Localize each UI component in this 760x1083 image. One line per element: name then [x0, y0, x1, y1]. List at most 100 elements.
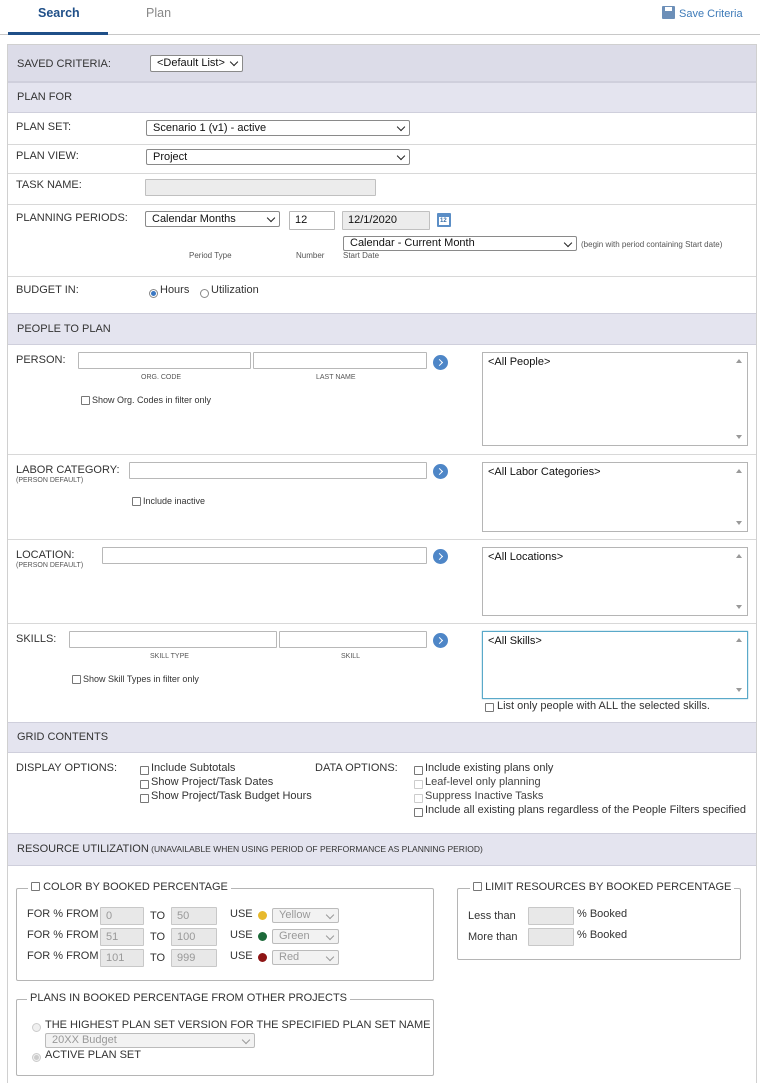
range-3-from-input[interactable]: 101 [100, 949, 144, 967]
last-name-input[interactable] [253, 352, 427, 369]
range-1-use-label: USE [230, 908, 253, 920]
include-inactive-checkbox[interactable] [132, 497, 141, 506]
all-skills-checkbox[interactable] [485, 703, 494, 712]
leaf-level-checkbox[interactable] [414, 780, 423, 789]
labor-categories-list[interactable]: <All Labor Categories> [482, 462, 748, 532]
more-than-input[interactable] [528, 928, 574, 946]
period-type-select[interactable]: Calendar Months [145, 211, 280, 227]
task-name-input[interactable] [145, 179, 376, 196]
org-code-input[interactable] [78, 352, 251, 369]
labor-category-add-button[interactable] [433, 464, 448, 479]
labor-category-sublabel: (PERSON DEFAULT) [16, 477, 84, 484]
location-input[interactable] [102, 547, 427, 564]
skill-input[interactable] [279, 631, 427, 648]
save-criteria-button[interactable]: Save Criteria [662, 6, 743, 20]
include-all-plans-checkbox[interactable] [414, 808, 423, 817]
divider [8, 276, 756, 277]
range-3-color-select[interactable]: Red [272, 950, 339, 965]
range-2-from-input[interactable]: 51 [100, 928, 144, 946]
range-1-from-input[interactable]: 0 [100, 907, 144, 925]
skills-label: SKILLS: [16, 633, 57, 645]
skills-list[interactable]: <All Skills> [482, 631, 748, 699]
range-1-color-value: Yellow [279, 909, 311, 921]
people-list-item[interactable]: <All People> [488, 356, 550, 368]
green-dot-icon [258, 932, 267, 941]
active-tab-indicator [8, 32, 108, 35]
show-dates-checkbox[interactable] [140, 780, 149, 789]
plans-in-legend: PLANS IN BOOKED PERCENTAGE FROM OTHER PR… [27, 992, 351, 1004]
plan-view-label: PLAN VIEW: [16, 150, 79, 162]
range-3-to-input[interactable]: 999 [171, 949, 217, 967]
range-3-to-label: TO [150, 952, 166, 964]
labor-category-input[interactable] [129, 462, 427, 479]
scroll-up-icon[interactable] [736, 359, 742, 363]
suppress-inactive-label: Suppress Inactive Tasks [425, 790, 544, 802]
saved-criteria-select[interactable]: <Default List> [150, 55, 243, 72]
person-add-button[interactable] [433, 355, 448, 370]
suppress-inactive-checkbox[interactable] [414, 794, 423, 803]
start-option-select[interactable]: Calendar - Current Month [343, 236, 577, 251]
show-org-codes-checkbox[interactable] [81, 396, 90, 405]
scroll-down-icon[interactable] [736, 521, 742, 525]
show-dates-label: Show Project/Task Dates [151, 776, 274, 788]
divider [8, 623, 756, 624]
skills-list-item[interactable]: <All Skills> [488, 635, 542, 647]
location-add-button[interactable] [433, 549, 448, 564]
tab-plan[interactable]: Plan [146, 6, 171, 20]
existing-plans-only-label: Include existing plans only [425, 762, 554, 774]
hours-radio[interactable] [149, 289, 158, 298]
range-2-color-select[interactable]: Green [272, 929, 339, 944]
scroll-down-icon[interactable] [736, 688, 742, 692]
scroll-down-icon[interactable] [736, 605, 742, 609]
less-than-input[interactable] [528, 907, 574, 925]
utilization-radio[interactable] [200, 289, 209, 298]
range-1-color-select[interactable]: Yellow [272, 908, 339, 923]
tab-bar: Search Plan Save Criteria [0, 0, 760, 35]
start-option-value: Calendar - Current Month [350, 237, 475, 249]
divider [8, 144, 756, 145]
range-1-for-label: FOR % FROM [27, 908, 99, 920]
grid-contents-title: GRID CONTENTS [17, 731, 109, 743]
data-options-label: DATA OPTIONS: [315, 762, 398, 774]
plan-set-label: PLAN SET: [16, 121, 72, 133]
skill-type-input[interactable] [69, 631, 277, 648]
calendar-icon[interactable] [437, 213, 451, 227]
scroll-up-icon[interactable] [736, 554, 742, 558]
more-than-booked-label: % Booked [577, 929, 628, 941]
existing-plans-only-checkbox[interactable] [414, 766, 423, 775]
locations-list-item[interactable]: <All Locations> [488, 551, 563, 563]
labor-categories-list-item[interactable]: <All Labor Categories> [488, 466, 601, 478]
show-org-codes-label: Show Org. Codes in filter only [92, 395, 212, 405]
color-by-label: COLOR BY BOOKED PERCENTAGE [43, 881, 228, 893]
scroll-down-icon[interactable] [736, 435, 742, 439]
range-3-for-label: FOR % FROM [27, 950, 99, 962]
limit-resources-checkbox[interactable] [473, 882, 482, 891]
yellow-dot-icon [258, 911, 267, 920]
show-budget-hours-checkbox[interactable] [140, 794, 149, 803]
limit-resources-fieldset [457, 888, 741, 960]
budget-in-label: BUDGET IN: [16, 284, 79, 296]
resource-utilization-header: RESOURCE UTILIZATION (UNAVAILABLE WHEN U… [8, 833, 756, 866]
start-date-input[interactable]: 12/1/2020 [342, 211, 430, 230]
plan-set-name-select[interactable]: 20XX Budget [45, 1033, 255, 1048]
people-list[interactable]: <All People> [482, 352, 748, 446]
scroll-up-icon[interactable] [736, 638, 742, 642]
range-1-to-label: TO [150, 910, 166, 922]
color-by-checkbox[interactable] [31, 882, 40, 891]
plan-view-select[interactable]: Project [146, 149, 410, 165]
plan-set-select[interactable]: Scenario 1 (v1) - active [146, 120, 410, 136]
show-skill-types-checkbox[interactable] [72, 675, 81, 684]
person-label: PERSON: [16, 354, 66, 366]
red-dot-icon [258, 953, 267, 962]
range-2-to-input[interactable]: 100 [171, 928, 217, 946]
tab-search[interactable]: Search [38, 6, 80, 20]
locations-list[interactable]: <All Locations> [482, 547, 748, 616]
include-subtotals-checkbox[interactable] [140, 766, 149, 775]
range-1-to-input[interactable]: 50 [171, 907, 217, 925]
scroll-up-icon[interactable] [736, 469, 742, 473]
leaf-level-label: Leaf-level only planning [425, 776, 541, 788]
skills-add-button[interactable] [433, 633, 448, 648]
active-plan-set-radio[interactable] [32, 1053, 41, 1062]
highest-version-radio[interactable] [32, 1023, 41, 1032]
number-input[interactable]: 12 [289, 211, 335, 230]
